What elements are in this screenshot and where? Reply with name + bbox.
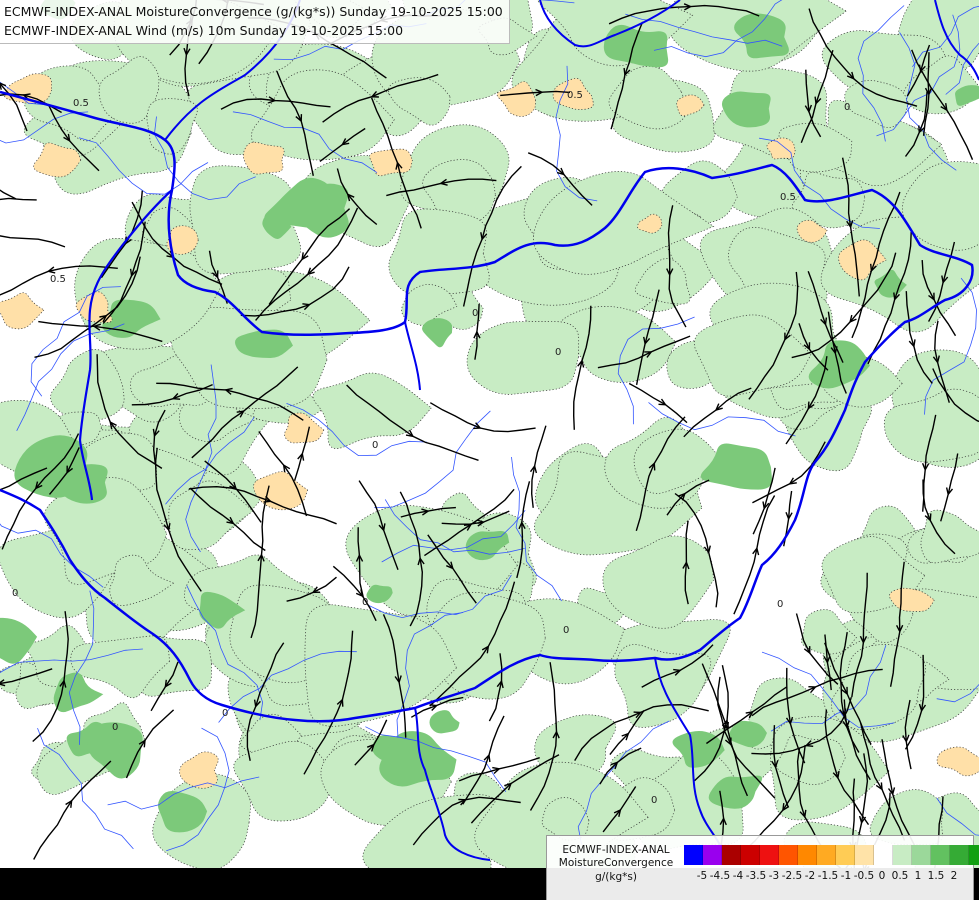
legend-swatch bbox=[798, 845, 817, 865]
legend-tick: -2.5 bbox=[781, 870, 803, 882]
legend-swatch bbox=[684, 845, 703, 865]
contour-label: 0 bbox=[555, 347, 561, 358]
legend-model: ECMWF-INDEX-ANAL bbox=[562, 844, 670, 856]
moisture-region bbox=[388, 208, 490, 297]
legend-swatch bbox=[912, 845, 931, 865]
contour-label: 0 bbox=[472, 308, 478, 319]
legend-ticks: -5 -4.5 -4 -3.5 -3 -2.5 -2 -1.5 -1 -0.5 0 0.5 1 1.5 2 bbox=[684, 870, 972, 886]
legend-tick: -0.5 bbox=[853, 870, 875, 882]
contour-label: 0 bbox=[222, 708, 228, 719]
legend-tick: -1.5 bbox=[817, 870, 839, 882]
contour-label: 0 bbox=[112, 722, 118, 733]
contour-label: 0 bbox=[777, 599, 783, 610]
legend-swatches bbox=[684, 845, 979, 865]
legend-tick: -4 bbox=[732, 870, 744, 882]
legend-swatch bbox=[874, 845, 893, 865]
legend-tick: 0.5 bbox=[891, 870, 909, 882]
legend-tick: 2 bbox=[950, 870, 958, 882]
legend-tick: 1.5 bbox=[927, 870, 945, 882]
contour-label: 0.5 bbox=[780, 192, 796, 203]
legend-swatch bbox=[779, 845, 798, 865]
map-canvas: 0.5 0.5 0.5 0.5 0 0 0 0 0 0 0 0 0 0 0 bbox=[0, 0, 979, 900]
moisture-region bbox=[243, 141, 285, 175]
legend-tick: -1 bbox=[840, 870, 852, 882]
legend-swatch bbox=[855, 845, 874, 865]
contour-label: 0 bbox=[362, 597, 368, 608]
legend-tick: -3.5 bbox=[745, 870, 767, 882]
moisture-region bbox=[466, 321, 580, 395]
color-legend: ECMWF-INDEX-ANAL MoistureConvergence g/(… bbox=[546, 835, 979, 900]
legend-tick: 0 bbox=[878, 870, 886, 882]
legend-swatch bbox=[760, 845, 779, 865]
contour-label: 0 bbox=[844, 102, 850, 113]
legend-swatch bbox=[722, 845, 741, 865]
legend-swatch bbox=[703, 845, 722, 865]
legend-swatch bbox=[931, 845, 950, 865]
contour-label: 0.5 bbox=[50, 274, 66, 285]
contour-label: 0 bbox=[563, 625, 569, 636]
legend-swatch bbox=[969, 845, 979, 865]
contour-label: 0 bbox=[372, 440, 378, 451]
weather-map: 0.5 0.5 0.5 0.5 0 0 0 0 0 0 0 0 0 0 0 ECMWF-INDEX-ANAL… bbox=[0, 0, 979, 900]
legend-swatch bbox=[950, 845, 969, 865]
map-title-box: ECMWF-INDEX-ANAL MoistureConvergence (g/… bbox=[0, 0, 510, 44]
contour-label: 0 bbox=[651, 795, 657, 806]
legend-tick: -5 bbox=[696, 870, 708, 882]
legend-variable: MoistureConvergence bbox=[558, 857, 674, 869]
wind-title: ECMWF-INDEX-ANAL Wind (m/s) 10m Sunday 1… bbox=[4, 23, 404, 38]
legend-swatch bbox=[817, 845, 836, 865]
legend-tick: -4.5 bbox=[709, 870, 731, 882]
contour-label: 0.5 bbox=[73, 98, 89, 109]
legend-tick: -3 bbox=[768, 870, 780, 882]
legend-tick: -2 bbox=[804, 870, 816, 882]
contour-label: 0.5 bbox=[567, 90, 583, 101]
legend-swatch bbox=[893, 845, 912, 865]
legend-title: ECMWF-INDEX-ANAL MoistureConvergence g/(… bbox=[551, 844, 681, 884]
legend-swatch bbox=[741, 845, 760, 865]
legend-tick: 1 bbox=[914, 870, 922, 882]
legend-unit: g/(kg*s) bbox=[595, 871, 637, 883]
legend-swatch bbox=[836, 845, 855, 865]
moisture-title: ECMWF-INDEX-ANAL MoistureConvergence (g/… bbox=[4, 4, 503, 19]
contour-label: 0 bbox=[12, 588, 18, 599]
